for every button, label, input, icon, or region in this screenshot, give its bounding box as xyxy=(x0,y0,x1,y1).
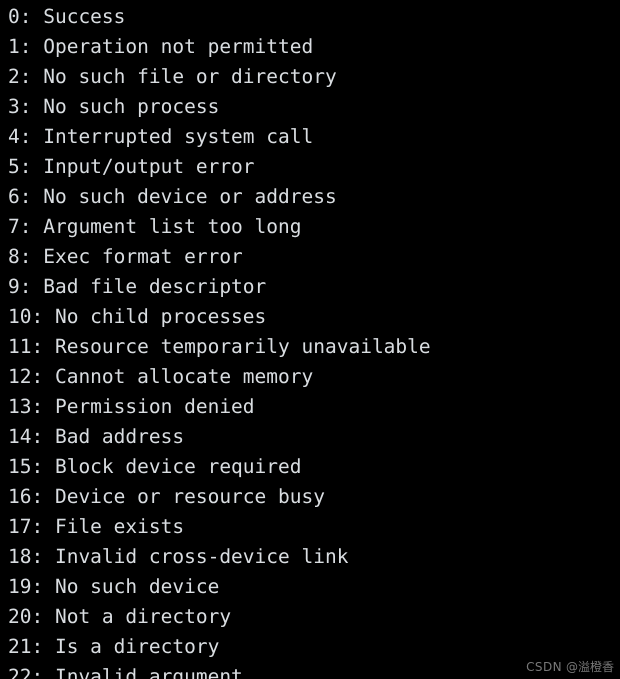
errno-line: 19: No such device xyxy=(8,575,220,598)
errno-line: 5: Input/output error xyxy=(8,155,255,178)
errno-line: 11: Resource temporarily unavailable xyxy=(8,335,431,358)
errno-line: 4: Interrupted system call xyxy=(8,125,314,148)
errno-line: 7: Argument list too long xyxy=(8,215,302,238)
errno-line: 18: Invalid cross-device link xyxy=(8,545,349,568)
errno-line: 13: Permission denied xyxy=(8,395,255,418)
errno-line: 9: Bad file descriptor xyxy=(8,275,267,298)
errno-line: 15: Block device required xyxy=(8,455,302,478)
errno-line: 14: Bad address xyxy=(8,425,185,448)
errno-line: 1: Operation not permitted xyxy=(8,35,314,58)
terminal-output: 0: Success 1: Operation not permitted 2: N… xyxy=(0,0,620,679)
errno-line: 0: Success xyxy=(8,5,126,28)
errno-line: 2: No such file or directory xyxy=(8,65,337,88)
csdn-watermark: CSDN @溢橙香 xyxy=(519,646,614,674)
errno-line: 16: Device or resource busy xyxy=(8,485,325,508)
errno-line: 12: Cannot allocate memory xyxy=(8,365,314,388)
watermark-username: @溢橙香 xyxy=(565,660,614,674)
errno-line: 8: Exec format error xyxy=(8,245,243,268)
errno-line: 3: No such process xyxy=(8,95,220,118)
errno-line: 20: Not a directory xyxy=(8,605,232,628)
errno-line: 10: No child processes xyxy=(8,305,267,328)
errno-line: 6: No such device or address xyxy=(8,185,337,208)
errno-line: 17: File exists xyxy=(8,515,185,538)
watermark-brand: CSDN xyxy=(526,660,562,674)
